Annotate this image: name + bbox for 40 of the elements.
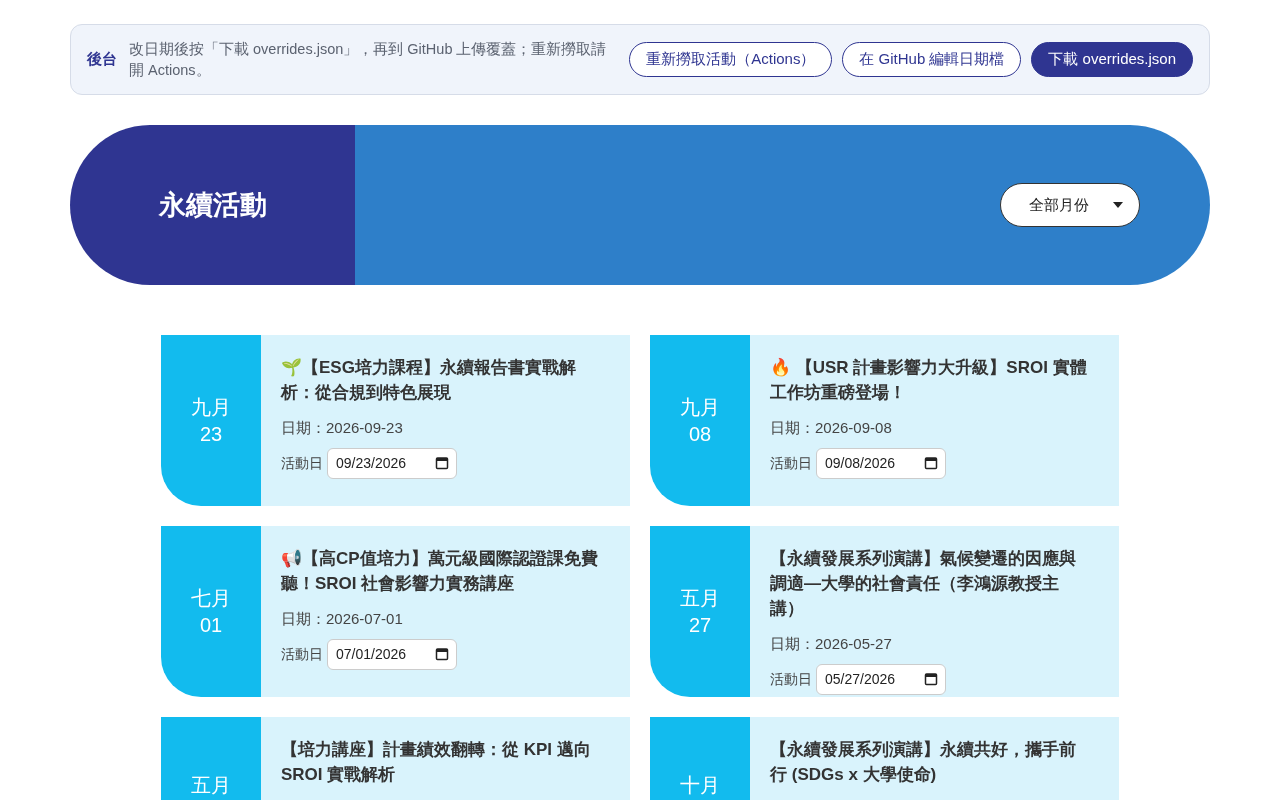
event-title[interactable]: 【永續發展系列演講】永續共好，攜手前行 (SDGs x 大學使命) [770,737,1087,787]
field-label: 活動日 [281,453,323,473]
date-field[interactable]: 09/23/2026 [327,447,457,479]
page-title: 永續活動 [158,187,267,222]
calendar-icon[interactable] [924,455,938,470]
admin-button[interactable]: 重新撈取活動（Actions） [629,42,833,77]
date-field[interactable]: 09/08/2026 [816,447,946,479]
event-month: 五月 [191,773,231,798]
event-month: 五月 [680,585,720,611]
event-date: 日期：2026-09-23 [281,418,404,438]
event-month: 七月 [191,585,231,611]
event-date: 日期：2026-05-27 [770,634,893,654]
event-day: 08 [688,420,712,448]
event-title[interactable]: 【培力講座】計畫績效翻轉：從 KPI 邁向 SROI 實戰解析 [281,737,598,787]
date-field[interactable]: 05/27/2026 [816,663,946,695]
admin-note: 改日期後按「下載 overrides.json」，再到 GitHub 上傳覆蓋；重新撈取請開 Actions。 [129,39,608,80]
calendar-icon[interactable] [435,646,449,661]
field-label: 活動日 [770,669,812,689]
field-label: 活動日 [281,644,323,664]
event-month: 十月 [680,773,720,798]
admin-button[interactable]: 在 GitHub 編輯日期檔 [842,42,1022,77]
event-title[interactable]: 📢【高CP值培力】萬元級國際認證課免費聽！SROI 社會影響力實務講座 [281,546,598,596]
calendar-icon[interactable] [924,671,938,686]
caret-icon [1113,202,1123,208]
event-day: 27 [688,611,712,639]
event-month: 九月 [191,394,231,420]
event-title[interactable]: 【永續發展系列演講】氣候變遷的因應與調適—大學的社會責任（李鴻源教授主講） [770,546,1087,621]
event-day: 23 [199,420,223,448]
date-field[interactable]: 07/01/2026 [327,638,457,670]
admin-label: 後台 [87,49,117,70]
calendar-icon[interactable] [435,455,449,470]
admin-button[interactable]: 下載 overrides.json [1031,42,1193,77]
field-label: 活動日 [770,453,812,473]
event-date: 日期：2026-09-08 [770,418,893,438]
month-select[interactable]: 全部月份 [1000,183,1140,227]
event-day: 01 [199,611,223,639]
event-month: 九月 [680,394,720,420]
event-date: 日期：2026-07-01 [281,609,404,629]
event-title[interactable]: 🌱【ESG培力課程】永續報告書實戰解析：從合規到特色展現 [281,355,598,405]
event-title[interactable]: 🔥 【USR 計畫影響力大升級】SROI 實體工作坊重磅登場！ [770,355,1087,405]
